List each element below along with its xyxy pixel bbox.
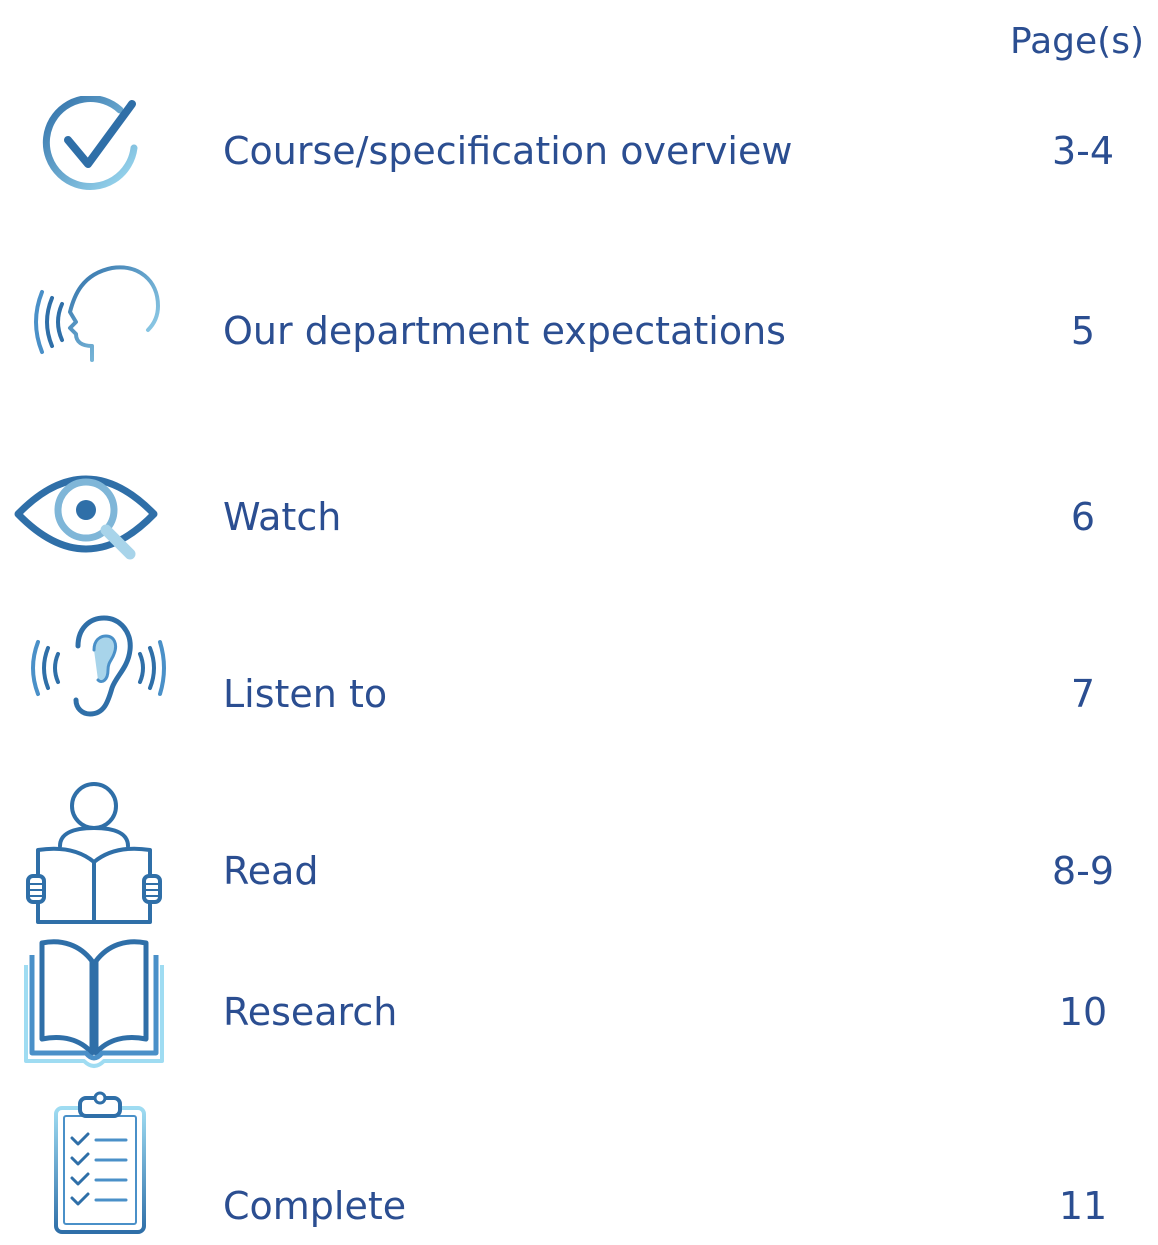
row-label[interactable]: Complete — [223, 1183, 406, 1229]
row-label[interactable]: Research — [223, 989, 397, 1035]
ear-sound-icon — [31, 615, 166, 717]
eye-magnifier-icon — [14, 475, 158, 560]
row-page-number: 3-4 — [1051, 129, 1115, 173]
contents-row-overview[interactable]: Course/specification overview 3-4 — [0, 90, 1158, 210]
contents-row-expectations[interactable]: Our department expectations 5 — [0, 260, 1158, 380]
row-page-number: 6 — [1070, 495, 1096, 539]
row-label[interactable]: Our department expectations — [223, 308, 786, 354]
person-reading-icon — [26, 782, 162, 924]
row-page-number: 5 — [1070, 309, 1096, 353]
row-page-number: 8-9 — [1051, 849, 1115, 893]
row-label[interactable]: Course/specification overview — [223, 128, 792, 174]
row-label[interactable]: Read — [223, 848, 318, 894]
row-page-number: 10 — [1058, 990, 1108, 1034]
row-page-number: 7 — [1070, 672, 1096, 716]
checkmark-circle-icon — [42, 96, 138, 190]
contents-row-read[interactable]: Read 8-9 — [0, 780, 1158, 924]
row-label[interactable]: Listen to — [223, 671, 387, 717]
row-label[interactable]: Watch — [223, 494, 341, 540]
clipboard-checklist-icon — [54, 1091, 146, 1234]
contents-row-research[interactable]: Research 10 — [0, 935, 1158, 1068]
contents-row-listen[interactable]: Listen to 7 — [0, 610, 1158, 730]
speaking-head-icon — [34, 265, 160, 362]
contents-row-complete[interactable]: Complete 11 — [0, 1090, 1158, 1234]
contents-row-watch[interactable]: Watch 6 — [0, 450, 1158, 570]
pages-column-header: Page(s) — [1010, 21, 1144, 62]
open-book-icon — [24, 939, 164, 1068]
row-page-number: 11 — [1058, 1184, 1108, 1228]
